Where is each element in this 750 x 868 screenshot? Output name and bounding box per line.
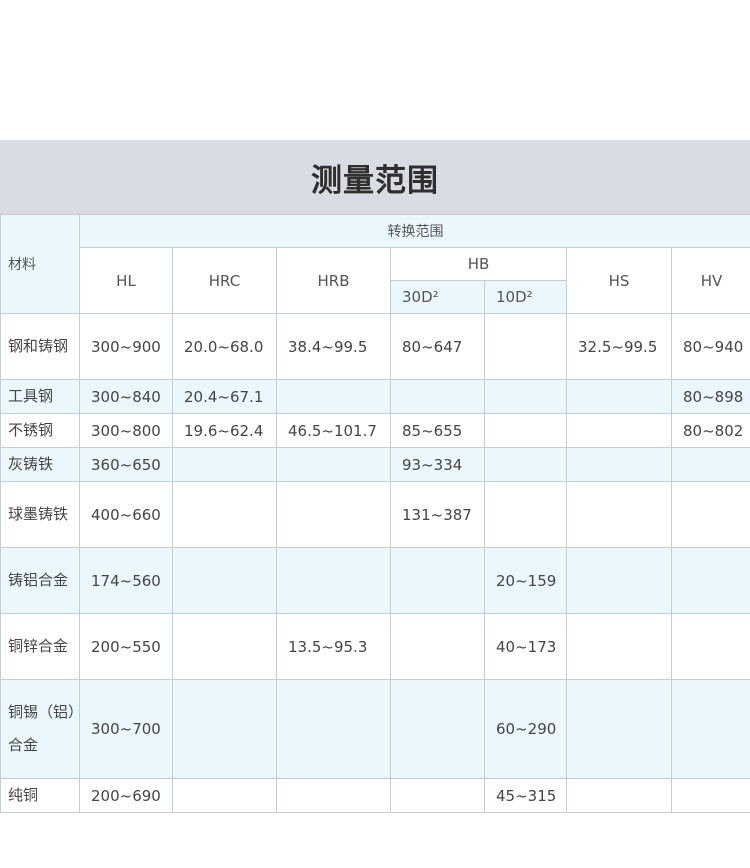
row-material: 纯铜 xyxy=(0,778,80,813)
cell-hl: 400~660 xyxy=(79,481,173,548)
cell-hs xyxy=(566,679,672,779)
cell-hrc xyxy=(172,547,277,614)
cell-hb-10d2: 20~159 xyxy=(484,547,567,614)
cell-hl: 174~560 xyxy=(79,547,173,614)
cell-hrb xyxy=(276,778,391,813)
cell-hs xyxy=(566,481,672,548)
cell-hs xyxy=(566,547,672,614)
row-material: 铜锌合金 xyxy=(0,613,80,680)
cell-hb-10d2: 60~290 xyxy=(484,679,567,779)
cell-hs xyxy=(566,379,672,414)
table-row: 球墨铸铁 400~660 131~387 xyxy=(0,481,750,548)
cell-hrb: 46.5~101.7 xyxy=(276,413,391,448)
cell-hrb: 13.5~95.3 xyxy=(276,613,391,680)
table-row: 铜锌合金 200~550 13.5~95.3 40~173 xyxy=(0,613,750,680)
cell-hv: 80~898 xyxy=(670,379,750,414)
cell-hl: 300~700 xyxy=(79,679,173,779)
header-hb: HB xyxy=(390,247,567,281)
cell-hv xyxy=(670,547,750,614)
cell-hv xyxy=(670,778,750,813)
header-hb-30d2: 30D² xyxy=(390,280,485,314)
row-material: 灰铸铁 xyxy=(0,447,80,482)
cell-hv xyxy=(670,481,750,548)
cell-hb-10d2 xyxy=(484,413,567,448)
cell-hb-10d2 xyxy=(484,481,567,548)
header-hs: HS xyxy=(566,247,672,314)
cell-hb-30d2 xyxy=(390,379,485,414)
table-row: 不锈钢 300~800 19.6~62.4 46.5~101.7 85~655 … xyxy=(0,413,750,448)
cell-hrb xyxy=(276,447,391,482)
header-hb-10d2: 10D² xyxy=(484,280,567,314)
cell-hv: 80~802 xyxy=(670,413,750,448)
cell-hl: 300~800 xyxy=(79,413,173,448)
cell-hrc xyxy=(172,613,277,680)
cell-hs xyxy=(566,613,672,680)
table-row: 铸铝合金 174~560 20~159 xyxy=(0,547,750,614)
cell-hl: 300~840 xyxy=(79,379,173,414)
cell-hb-10d2: 45~315 xyxy=(484,778,567,813)
cell-hb-30d2: 80~647 xyxy=(390,313,485,380)
cell-hb-10d2: 40~173 xyxy=(484,613,567,680)
header-conversion-range: 转换范围 xyxy=(78,214,750,248)
cell-hs: 32.5~99.5 xyxy=(566,313,672,380)
cell-hrc: 20.0~68.0 xyxy=(172,313,277,380)
cell-hl: 200~690 xyxy=(79,778,173,813)
row-material: 球墨铸铁 xyxy=(0,481,80,548)
cell-hb-30d2 xyxy=(390,547,485,614)
cell-hb-10d2 xyxy=(484,313,567,380)
table-row: 灰铸铁 360~650 93~334 xyxy=(0,447,750,482)
cell-hb-30d2: 93~334 xyxy=(390,447,485,482)
cell-hb-30d2 xyxy=(390,679,485,779)
cell-hrc xyxy=(172,447,277,482)
row-material: 铸铝合金 xyxy=(0,547,80,614)
cell-hs xyxy=(566,447,672,482)
cell-hb-30d2 xyxy=(390,778,485,813)
cell-hrb: 38.4~99.5 xyxy=(276,313,391,380)
cell-hrb xyxy=(276,379,391,414)
cell-hb-30d2: 131~387 xyxy=(390,481,485,548)
cell-hrc: 20.4~67.1 xyxy=(172,379,277,414)
table-row: 纯铜 200~690 45~315 xyxy=(0,778,750,813)
header-hrb: HRB xyxy=(276,247,391,314)
cell-hs xyxy=(566,413,672,448)
cell-hrc xyxy=(172,778,277,813)
table-row: 工具钢 300~840 20.4~67.1 80~898 xyxy=(0,379,750,414)
cell-hs xyxy=(566,778,672,813)
cell-hv xyxy=(670,679,750,779)
cell-hrb xyxy=(276,679,391,779)
cell-hb-10d2 xyxy=(484,379,567,414)
cell-hrc: 19.6~62.4 xyxy=(172,413,277,448)
page-title: 测量范围 xyxy=(311,162,439,199)
table-row: 钢和铸钢 300~900 20.0~68.0 38.4~99.5 80~647 … xyxy=(0,313,750,380)
cell-hb-30d2: 85~655 xyxy=(390,413,485,448)
measurement-range-table: 材料 转换范围 HL HRC HRB HB HS HV 30D² 10D² 钢和… xyxy=(0,214,750,813)
header-hl: HL xyxy=(79,247,173,314)
title-bar: 测量范围 xyxy=(0,140,750,214)
cell-hl: 300~900 xyxy=(79,313,173,380)
cell-hv xyxy=(670,613,750,680)
cell-hv: 80~940 xyxy=(670,313,750,380)
cell-hv xyxy=(670,447,750,482)
table-row: 铜锡（铝）合金 300~700 60~290 xyxy=(0,679,750,779)
row-material: 铜锡（铝）合金 xyxy=(0,679,80,779)
row-material: 不锈钢 xyxy=(0,413,80,448)
cell-hb-10d2 xyxy=(484,447,567,482)
cell-hrb xyxy=(276,481,391,548)
header-hrc: HRC xyxy=(172,247,277,314)
row-material: 钢和铸钢 xyxy=(0,313,80,380)
cell-hb-30d2 xyxy=(390,613,485,680)
cell-hl: 200~550 xyxy=(79,613,173,680)
row-material: 工具钢 xyxy=(0,379,80,414)
cell-hrc xyxy=(172,679,277,779)
cell-hrc xyxy=(172,481,277,548)
header-hv: HV xyxy=(670,247,750,314)
cell-hrb xyxy=(276,547,391,614)
cell-hl: 360~650 xyxy=(79,447,173,482)
header-material: 材料 xyxy=(0,214,80,314)
